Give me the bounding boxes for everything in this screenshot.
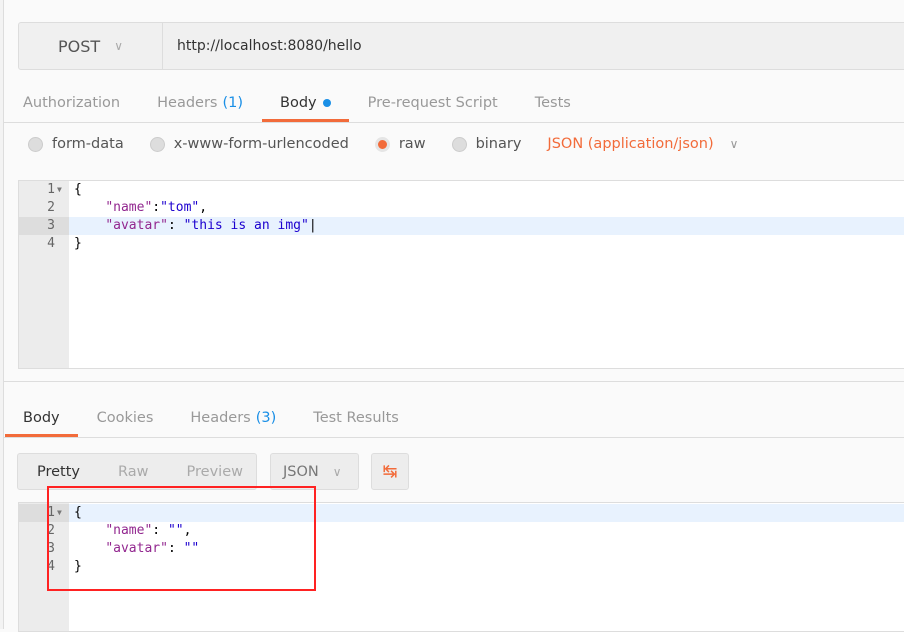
tab-label: Test Results	[313, 410, 399, 426]
code-line: 2 "name":"tom",	[19, 199, 904, 217]
radio-label: raw	[398, 136, 426, 152]
body-mode-radios: form-data x-www-form-urlencoded raw bina…	[28, 136, 738, 152]
fold-arrow-icon[interactable]: ▼	[57, 181, 62, 199]
tab-label: Tests	[534, 95, 571, 111]
tab-headers[interactable]: Headers (1)	[157, 84, 243, 122]
tab-label: Pre-request Script	[367, 95, 498, 111]
request-tabs: Authorization Headers (1) Body Pre-reques…	[23, 84, 571, 122]
tab-response-body[interactable]: Body	[5, 399, 78, 437]
headers-count: (1)	[222, 95, 244, 111]
wrap-icon: ↹	[382, 461, 398, 482]
line-number: 3	[19, 217, 69, 235]
url-bar: POST ∨ http://localhost:8080/hello	[18, 22, 904, 70]
code-line: 1 ▼{	[19, 181, 904, 199]
divider	[4, 437, 904, 438]
sidebar-edge	[0, 0, 4, 629]
radio-binary[interactable]: binary	[451, 136, 522, 152]
method-select[interactable]: POST ∨	[19, 23, 163, 69]
highlight-annotation-box	[47, 486, 316, 591]
radio-label: x-www-form-urlencoded	[173, 136, 349, 152]
radio-urlencoded[interactable]: x-www-form-urlencoded	[149, 136, 349, 152]
tab-cookies[interactable]: Cookies	[97, 399, 154, 437]
line-number: 4	[47, 236, 55, 251]
headers-count: (3)	[255, 410, 277, 426]
divider	[4, 122, 904, 123]
tab-tests[interactable]: Tests	[535, 84, 571, 122]
radio-form-data[interactable]: form-data	[28, 136, 124, 152]
url-input[interactable]: http://localhost:8080/hello	[163, 23, 362, 69]
line-number: 2	[47, 200, 55, 215]
chevron-down-icon: ∨	[729, 137, 739, 151]
modified-dot-icon	[322, 99, 331, 107]
content-type-label: JSON (application/json)	[547, 136, 714, 152]
radio-selected-icon	[374, 136, 390, 152]
tab-label: Body	[280, 95, 317, 111]
tab-body[interactable]: Body	[262, 84, 349, 122]
tab-test-results[interactable]: Test Results	[313, 399, 399, 437]
radio-icon	[28, 136, 43, 152]
code-line-active: 3 "avatar": "this is an img"|	[19, 217, 904, 235]
tab-label: Headers	[190, 410, 251, 426]
format-label: JSON	[283, 463, 319, 480]
content-type-select[interactable]: JSON (application/json) ∨	[547, 136, 738, 152]
raw-button[interactable]: Raw	[99, 464, 168, 480]
response-tabs: Body Cookies Headers (3) Test Results	[5, 399, 399, 437]
radio-icon	[451, 136, 467, 152]
tab-label: Cookies	[96, 410, 154, 426]
radio-label: form-data	[52, 136, 124, 152]
view-mode-group: Pretty Raw Preview	[17, 453, 257, 490]
preview-button[interactable]: Preview	[168, 464, 262, 480]
tab-label: Body	[23, 410, 60, 426]
line-number: 1	[47, 182, 55, 197]
pretty-button[interactable]: Pretty	[18, 464, 99, 480]
wrap-lines-button[interactable]: ↹	[371, 453, 409, 490]
chevron-down-icon: ∨	[114, 39, 123, 53]
tab-response-headers[interactable]: Headers (3)	[190, 399, 276, 437]
tab-label: Authorization	[23, 95, 121, 111]
chevron-down-icon: ∨	[332, 464, 342, 479]
tab-authorization[interactable]: Authorization	[23, 84, 120, 122]
radio-raw[interactable]: raw	[374, 136, 426, 152]
tab-pre-request-script[interactable]: Pre-request Script	[368, 84, 498, 122]
request-body-editor[interactable]: 1 ▼{ 2 "name":"tom", 3 "avatar": "this is…	[18, 180, 904, 369]
tab-label: Headers	[157, 95, 218, 111]
format-select[interactable]: JSON ∨	[270, 453, 359, 490]
method-label: POST	[58, 36, 101, 56]
radio-label: binary	[475, 136, 522, 152]
divider	[4, 381, 904, 382]
code-line: 4}	[19, 235, 904, 253]
radio-icon	[149, 136, 165, 152]
